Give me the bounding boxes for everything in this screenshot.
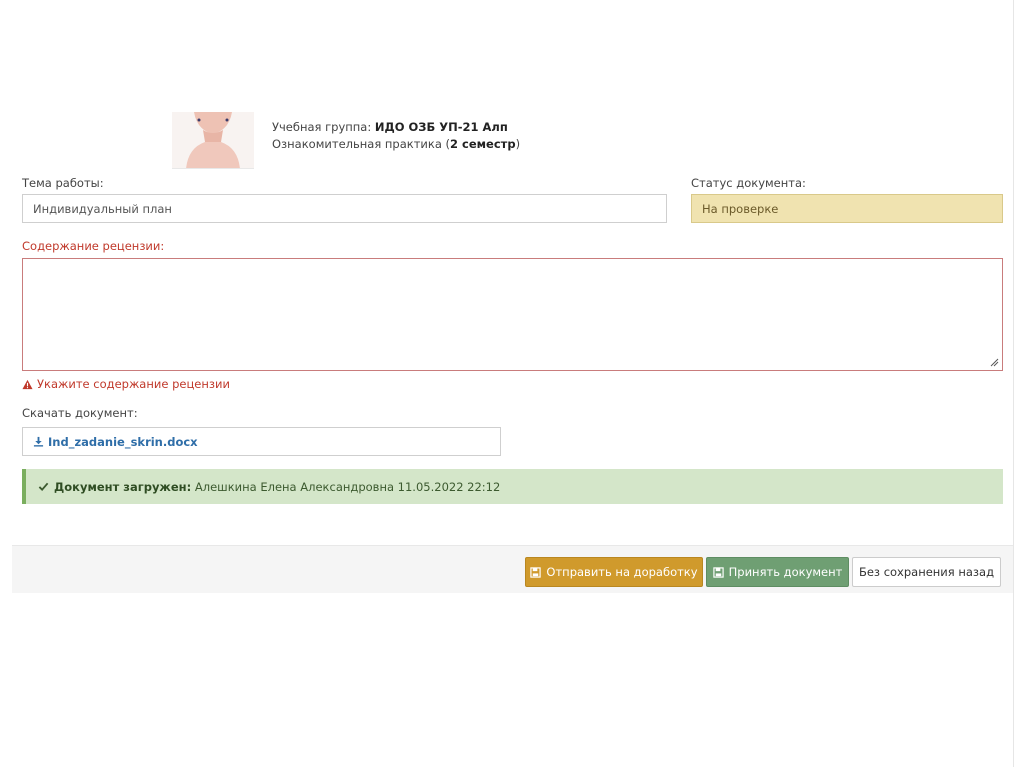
return-button-label: Отправить на доработку bbox=[546, 565, 698, 579]
review-textarea[interactable] bbox=[22, 258, 1003, 371]
alert-details: Алешкина Елена Александровна 11.05.2022 … bbox=[191, 479, 501, 494]
download-icon bbox=[33, 436, 44, 447]
download-file-name: Ind_zadanie_skrin.docx bbox=[48, 434, 198, 449]
practice-prefix: Ознакомительная практика ( bbox=[272, 137, 451, 151]
practice-line: Ознакомительная практика (2 семестр) bbox=[272, 136, 520, 153]
download-label: Скачать документ: bbox=[22, 406, 138, 420]
floppy-disk-icon bbox=[530, 566, 542, 578]
alert-bold: Документ загружен: bbox=[54, 479, 192, 494]
status-label: Статус документа: bbox=[691, 176, 806, 190]
back-without-saving-button[interactable]: Без сохранения назад bbox=[852, 557, 1001, 587]
group-line: Учебная группа: ИДО ОЗБ УП-21 Алп bbox=[272, 119, 520, 136]
accept-document-button[interactable]: Принять документ bbox=[706, 557, 849, 587]
alert-text: Документ загружен: Алешкина Елена Алекса… bbox=[54, 480, 500, 494]
topic-field[interactable]: Индивидуальный план bbox=[22, 194, 667, 223]
resize-grip-icon[interactable] bbox=[990, 358, 999, 367]
group-value: ИДО ОЗБ УП-21 Алп bbox=[374, 120, 508, 134]
practice-suffix: ) bbox=[515, 137, 521, 151]
warning-triangle-icon bbox=[22, 379, 33, 389]
floppy-disk-icon bbox=[712, 566, 724, 578]
review-label: Содержание рецензии: bbox=[22, 239, 165, 253]
status-value: На проверке bbox=[702, 201, 779, 216]
topic-label: Тема работы: bbox=[22, 176, 104, 190]
topic-value: Индивидуальный план bbox=[33, 201, 172, 216]
group-label: Учебная группа: bbox=[272, 120, 375, 134]
download-link[interactable]: Ind_zadanie_skrin.docx bbox=[22, 427, 501, 456]
group-info: Учебная группа: ИДО ОЗБ УП-21 Алп Ознако… bbox=[272, 119, 520, 153]
practice-semester: 2 семестр bbox=[450, 137, 516, 151]
review-error-text: Укажите содержание рецензии bbox=[37, 377, 230, 391]
avatar bbox=[172, 112, 254, 169]
check-icon bbox=[38, 482, 49, 492]
page-border bbox=[1013, 0, 1014, 767]
status-field: На проверке bbox=[691, 194, 1003, 223]
upload-alert: Документ загружен: Алешкина Елена Алекса… bbox=[22, 469, 1003, 504]
accept-button-label: Принять документ bbox=[728, 565, 843, 579]
back-button-label: Без сохранения назад bbox=[858, 565, 995, 579]
return-for-revision-button[interactable]: Отправить на доработку bbox=[525, 557, 703, 587]
review-error: Укажите содержание рецензии bbox=[22, 377, 230, 391]
